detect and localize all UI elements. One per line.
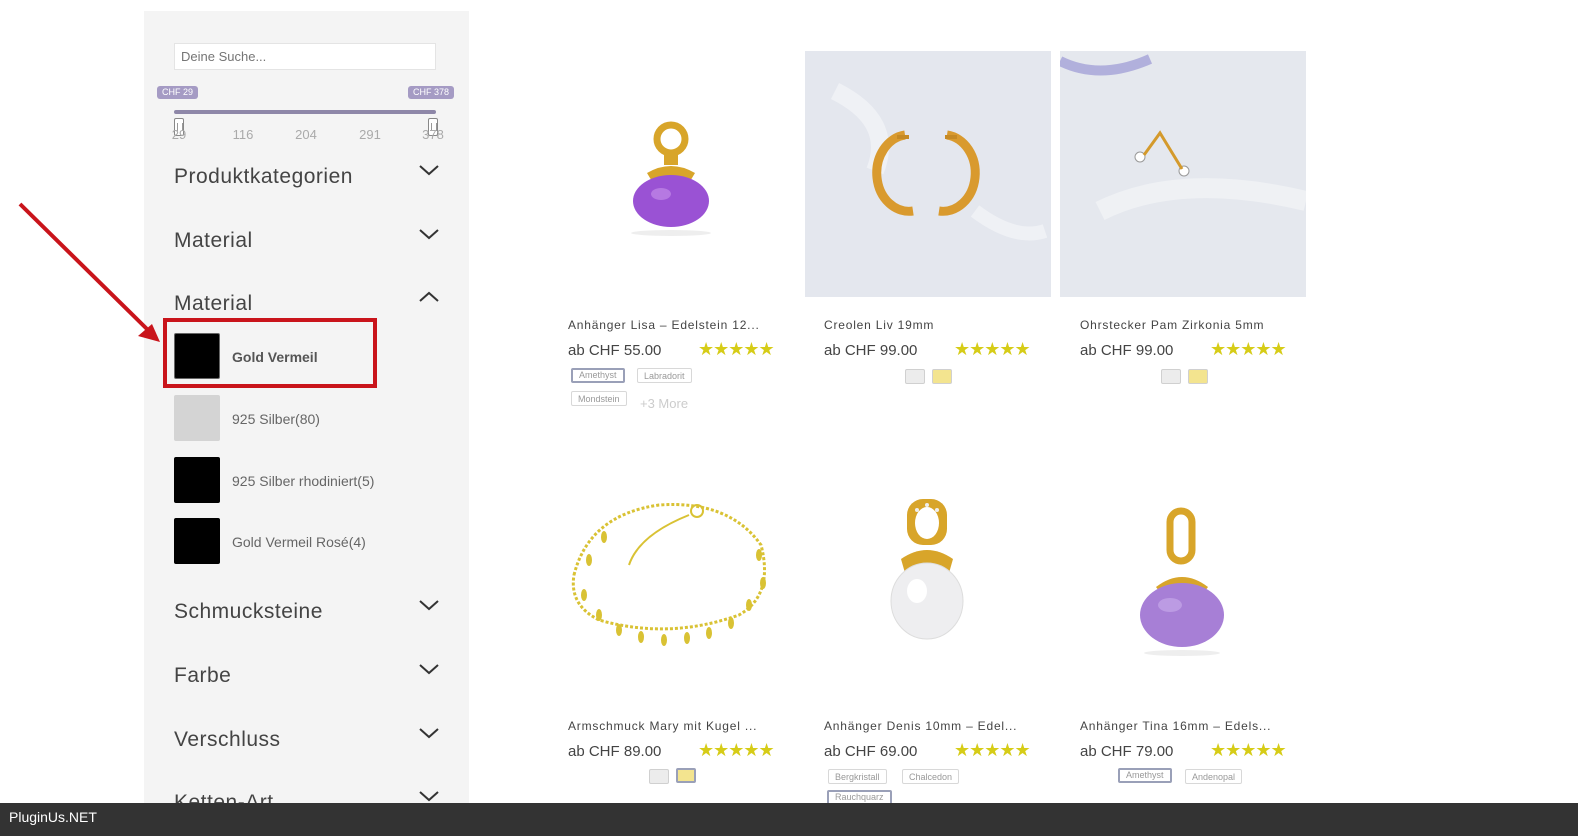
- material-swatch[interactable]: [174, 518, 220, 564]
- color-option-gold[interactable]: [676, 768, 696, 783]
- pendant-image-icon: [631, 121, 711, 236]
- chevron-down-icon[interactable]: [417, 161, 441, 181]
- material-swatch[interactable]: [174, 457, 220, 503]
- product-name[interactable]: Armschmuck Mary mit Kugel ...: [568, 719, 757, 733]
- color-option-gold[interactable]: [1188, 369, 1208, 384]
- chevron-down-icon[interactable]: [417, 225, 441, 245]
- rating-stars-icon: ★★★★★: [698, 339, 775, 359]
- stud-earrings-image-icon: [1057, 51, 1309, 297]
- more-variants-link[interactable]: +3 More: [640, 396, 688, 411]
- facet-title: Verschluss: [174, 728, 281, 751]
- material-option-label: 925 Silber rhodiniert(5): [232, 473, 375, 489]
- color-option-silver[interactable]: [1161, 369, 1181, 384]
- chevron-up-icon[interactable]: [417, 288, 441, 308]
- variant-tag[interactable]: Andenopal: [1185, 769, 1243, 784]
- product-image[interactable]: [1057, 51, 1309, 297]
- product-image[interactable]: [549, 51, 795, 297]
- variant-tag[interactable]: Chalcedon: [902, 769, 960, 784]
- material-option-label: 925 Silber(80): [232, 411, 320, 427]
- pendant-image-icon: [1140, 507, 1224, 656]
- facet-schmucksteine[interactable]: Schmucksteine: [174, 596, 446, 626]
- footer-bar: PluginUs.NET: [0, 803, 1578, 836]
- material-option-925-silber-rhodiniert[interactable]: 925 Silber rhodiniert(5): [174, 457, 414, 505]
- product-image[interactable]: [549, 455, 795, 701]
- price-tick: 291: [359, 127, 381, 142]
- product-price: ab CHF 79.00: [1080, 743, 1174, 760]
- price-tick: 378: [422, 127, 444, 142]
- annotation-arrow-icon: [18, 202, 160, 342]
- search-input[interactable]: [174, 43, 436, 70]
- color-option-silver[interactable]: [649, 769, 669, 784]
- facet-material[interactable]: Material: [174, 225, 446, 255]
- price-tick: 204: [295, 127, 317, 142]
- chevron-down-icon[interactable]: [417, 596, 441, 616]
- color-option-silver[interactable]: [905, 369, 925, 384]
- rating-stars-icon: ★★★★★: [954, 339, 1031, 359]
- facet-verschluss[interactable]: Verschluss: [174, 724, 446, 754]
- variant-tag[interactable]: Mondstein: [571, 391, 627, 406]
- product-price: ab CHF 99.00: [1080, 342, 1174, 359]
- price-max-label: CHF 378: [408, 86, 455, 99]
- facet-title: Produktkategorien: [174, 165, 353, 188]
- bracelet-image-icon: [571, 503, 766, 646]
- material-option-925-silber[interactable]: 925 Silber(80): [174, 395, 414, 443]
- facet-title: Material: [174, 229, 253, 252]
- product-price: ab CHF 55.00: [568, 342, 662, 359]
- product-image[interactable]: [805, 51, 1051, 297]
- price-slider-track[interactable]: [174, 110, 436, 114]
- variant-tag[interactable]: Bergkristall: [828, 769, 887, 784]
- rating-stars-icon: ★★★★★: [954, 740, 1031, 760]
- chevron-down-icon[interactable]: [417, 724, 441, 744]
- price-tick: 29: [171, 127, 187, 142]
- facet-title: Schmucksteine: [174, 600, 323, 623]
- hoop-earrings-image-icon: [805, 51, 1051, 297]
- product-price: ab CHF 99.00: [824, 342, 918, 359]
- facet-title: Material: [174, 292, 253, 315]
- product-image[interactable]: [805, 455, 1051, 701]
- footer-brand: PluginUs.NET: [9, 809, 97, 825]
- facet-produktkategorien[interactable]: Produktkategorien: [174, 161, 446, 191]
- product-price: ab CHF 69.00: [824, 743, 918, 760]
- color-option-gold[interactable]: [932, 369, 952, 384]
- material-swatch[interactable]: [174, 395, 220, 441]
- product-name[interactable]: Anhänger Lisa – Edelstein 12...: [568, 318, 760, 332]
- pendant-image-icon: [890, 499, 964, 640]
- variant-tag[interactable]: Amethyst: [571, 368, 625, 383]
- product-name[interactable]: Anhänger Tina 16mm – Edels...: [1080, 719, 1271, 733]
- price-tick: 116: [232, 127, 254, 142]
- filter-sidebar: CHF 29 CHF 378 29 116 204 291 378 Produk…: [144, 11, 469, 814]
- price-min-label: CHF 29: [157, 86, 199, 99]
- product-image[interactable]: [1060, 455, 1306, 701]
- rating-stars-icon: ★★★★★: [1210, 740, 1287, 760]
- product-name[interactable]: Ohrstecker Pam Zirkonia 5mm: [1080, 318, 1264, 332]
- product-price: ab CHF 89.00: [568, 743, 662, 760]
- variant-tag[interactable]: Labradorit: [637, 368, 692, 383]
- material-option-gold-vermeil-rose[interactable]: Gold Vermeil Rosé(4): [174, 518, 414, 566]
- chevron-down-icon[interactable]: [417, 660, 441, 680]
- facet-title: Farbe: [174, 664, 232, 687]
- annotation-highlight-box: [163, 318, 377, 388]
- variant-tag[interactable]: Amethyst: [1118, 768, 1172, 783]
- rating-stars-icon: ★★★★★: [1210, 339, 1287, 359]
- material-option-label: Gold Vermeil Rosé(4): [232, 534, 366, 550]
- product-name[interactable]: Creolen Liv 19mm: [824, 318, 934, 332]
- facet-material-open[interactable]: Material: [174, 288, 446, 318]
- rating-stars-icon: ★★★★★: [698, 740, 775, 760]
- facet-farbe[interactable]: Farbe: [174, 660, 446, 690]
- product-name[interactable]: Anhänger Denis 10mm – Edel...: [824, 719, 1017, 733]
